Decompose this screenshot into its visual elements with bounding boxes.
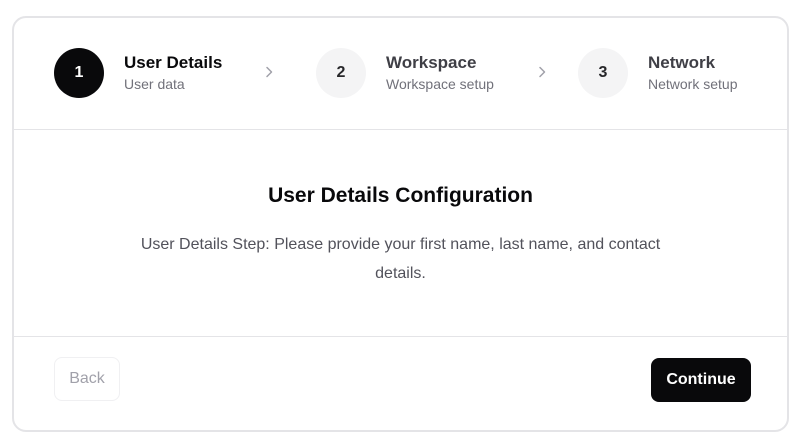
step-workspace[interactable]: 2 Workspace Workspace setup xyxy=(316,47,494,99)
step-title: Network xyxy=(648,53,716,72)
content-description: User Details Step: Please provide your f… xyxy=(140,236,661,282)
step-content: User Details Configuration User Details … xyxy=(14,130,787,337)
chevron-right-icon xyxy=(534,64,550,80)
stepper: 1 User Details User data 2 Workspace Wor… xyxy=(14,18,787,130)
content-title: User Details Configuration xyxy=(268,184,533,207)
step-number-badge: 2 xyxy=(316,48,366,98)
back-button[interactable]: Back xyxy=(54,357,120,401)
step-text: User Details User data xyxy=(124,52,222,94)
continue-button[interactable]: Continue xyxy=(651,358,751,402)
step-number-badge: 1 xyxy=(54,48,104,98)
step-text: Workspace Workspace setup xyxy=(386,52,494,94)
step-subtitle: Network setup xyxy=(648,76,738,92)
step-title: User Details xyxy=(124,53,223,72)
wizard-card: 1 User Details User data 2 Workspace Wor… xyxy=(12,16,789,432)
step-title: Workspace xyxy=(386,53,477,72)
step-number-badge: 3 xyxy=(578,48,628,98)
step-user-details[interactable]: 1 User Details User data xyxy=(54,47,222,99)
step-text: Network Network setup xyxy=(648,52,737,94)
step-subtitle: Workspace setup xyxy=(386,76,494,92)
step-network[interactable]: 3 Network Network setup xyxy=(578,47,737,99)
step-subtitle: User data xyxy=(124,76,185,92)
chevron-right-icon xyxy=(261,64,277,80)
